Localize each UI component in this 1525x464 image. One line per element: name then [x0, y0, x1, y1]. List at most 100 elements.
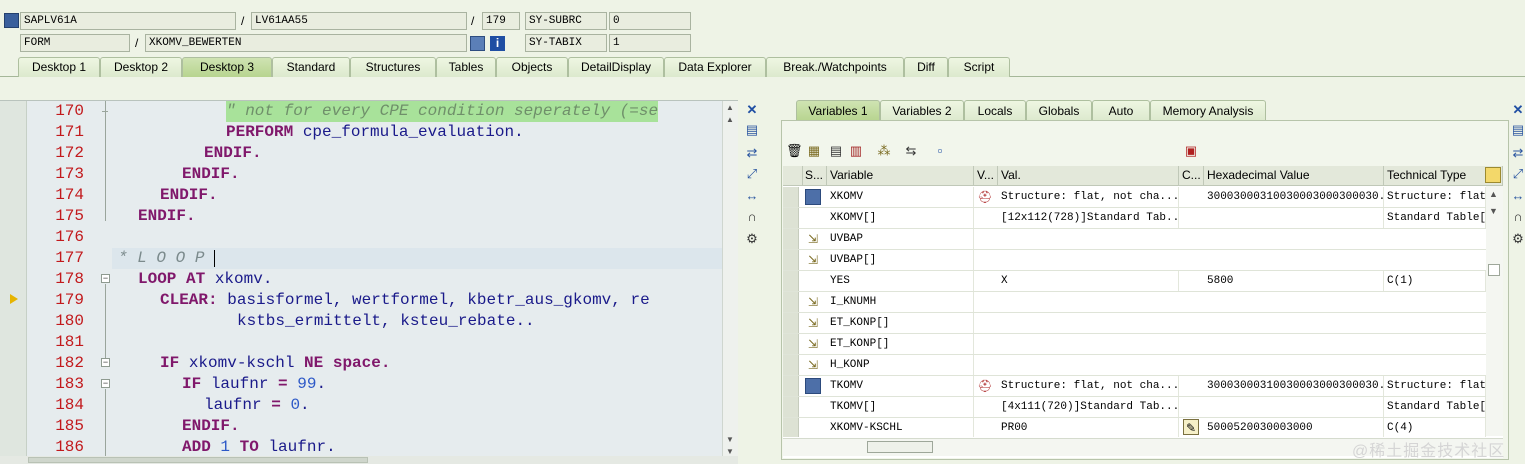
table-row[interactable]: XKOMV-KSCHL PR00 ✎ 5000520030003000 C(4) — [783, 418, 1486, 437]
editor-horizontal-scrollbar[interactable] — [0, 456, 738, 464]
save-icon[interactable]: ▣ — [1183, 143, 1199, 159]
variable-name[interactable]: XKOMV[] — [827, 208, 974, 228]
table-row[interactable]: ⇲ ET_KONP[] — [783, 313, 1486, 334]
column-header-v[interactable]: V... — [974, 166, 998, 186]
table-row[interactable]: TKOMV ⛑ Structure: flat, not cha... 3000… — [783, 376, 1486, 397]
table-row[interactable]: ⇲ ET_KONP[] — [783, 334, 1486, 355]
column-header-s[interactable] — [783, 166, 803, 186]
variable-name[interactable]: I_KNUMH — [827, 292, 974, 312]
tab-break-watchpoints[interactable]: Break./Watchpoints — [766, 57, 904, 77]
row-selector[interactable] — [783, 208, 799, 228]
tab-standard[interactable]: Standard — [272, 57, 350, 77]
scroll-thumb[interactable] — [867, 441, 933, 453]
new-tool-icon[interactable]: ▤ — [744, 122, 760, 138]
row-selector[interactable] — [783, 313, 799, 333]
close-icon[interactable]: ✕ — [1510, 102, 1525, 118]
tab-variables-2[interactable]: Variables 2 — [880, 100, 964, 121]
table-row[interactable]: YES X 5800 C(1) — [783, 271, 1486, 292]
column-header-variable[interactable]: Variable — [827, 166, 974, 186]
scroll-up-icon[interactable]: ▲ — [726, 103, 734, 112]
tab-script[interactable]: Script — [948, 57, 1010, 77]
table-row[interactable]: ⇲ H_KONP — [783, 355, 1486, 376]
tab-detail-display[interactable]: DetailDisplay — [568, 57, 664, 77]
column-header-value[interactable]: Val. — [998, 166, 1179, 186]
variable-name[interactable]: UVBAP — [827, 229, 974, 249]
tab-desktop-1[interactable]: Desktop 1 — [18, 57, 100, 77]
row-selector[interactable] — [783, 250, 799, 270]
variable-value[interactable]: PR00 — [998, 418, 1179, 437]
scroll-down-icon[interactable]: ▼ — [726, 447, 734, 456]
delete-icon[interactable]: 🗑 — [786, 143, 803, 159]
export-icon[interactable]: ▫ — [932, 143, 948, 159]
editor-vertical-scrollbar[interactable]: ▲ ▲ ▼ ▼ — [722, 101, 738, 464]
table-row[interactable]: TKOMV[] [4x111(720)]Standard Tab... Stan… — [783, 397, 1486, 418]
services-icon[interactable]: ∩ — [1510, 209, 1525, 225]
table-row[interactable]: ⇲ UVBAP — [783, 229, 1486, 250]
scroll-down-icon[interactable]: ▼ — [726, 435, 734, 444]
services-icon[interactable]: ∩ — [744, 209, 760, 225]
tab-locals[interactable]: Locals — [964, 100, 1026, 121]
row-selector[interactable] — [783, 355, 799, 375]
grid-vertical-scrollbar[interactable]: ▲ ▼ — [1486, 186, 1503, 436]
maximize-horizontal-icon[interactable]: ↔ — [744, 188, 760, 204]
line-field[interactable]: 179 — [482, 12, 520, 30]
tab-tables[interactable]: Tables — [436, 57, 496, 77]
row-selector[interactable] — [783, 187, 799, 207]
full-screen-icon[interactable]: ⤢ — [744, 166, 760, 182]
variable-name[interactable]: TKOMV[] — [827, 397, 974, 417]
new-tool-icon[interactable]: ▤ — [1510, 122, 1525, 138]
tab-variables-1[interactable]: Variables 1 — [796, 100, 880, 121]
variable-value[interactable]: Structure: flat, not cha... — [998, 376, 1179, 396]
tab-objects[interactable]: Objects — [496, 57, 568, 77]
variable-name[interactable]: XKOMV — [827, 187, 974, 207]
display-icon[interactable] — [470, 36, 485, 51]
tab-globals[interactable]: Globals — [1026, 100, 1092, 121]
column-settings-icon[interactable] — [1485, 167, 1501, 183]
table-row[interactable]: XKOMV ⛑ Structure: flat, not cha... 3000… — [783, 187, 1486, 208]
row-selector[interactable] — [783, 229, 799, 249]
column-header-c[interactable]: C... — [1179, 166, 1204, 186]
transfer-icon[interactable]: ⇆ — [903, 143, 919, 159]
variable-value[interactable]: [4x111(720)]Standard Tab... — [998, 397, 1179, 417]
scroll-thumb[interactable] — [28, 457, 368, 463]
table-row[interactable]: ⇲ I_KNUMH — [783, 292, 1486, 313]
program-field[interactable]: SAPLV61A — [20, 12, 236, 30]
maximize-horizontal-icon[interactable]: ↔ — [1510, 188, 1525, 204]
scroll-down-icon[interactable]: ▼ — [1489, 206, 1498, 216]
tab-data-explorer[interactable]: Data Explorer — [664, 57, 766, 77]
tab-memory-analysis[interactable]: Memory Analysis — [1150, 100, 1266, 121]
row-selector[interactable] — [783, 334, 799, 354]
hierarchy-icon[interactable]: ⁂ — [876, 143, 892, 159]
scroll-up-icon[interactable]: ▲ — [1489, 189, 1498, 199]
table-row[interactable]: XKOMV[] [12x112(728)]Standard Tab... Sta… — [783, 208, 1486, 229]
swap-tool-icon[interactable]: ⇄ — [1510, 145, 1525, 161]
close-icon[interactable]: ✕ — [744, 102, 760, 118]
variable-name[interactable]: XKOMV-KSCHL — [827, 418, 974, 437]
event-name-field[interactable]: XKOMV_BEWERTEN — [145, 34, 467, 52]
tool-settings-icon[interactable]: ⚙ — [1510, 231, 1525, 247]
variable-name[interactable]: ET_KONP[] — [827, 313, 974, 333]
table-row[interactable]: ⇲ UVBAP[] — [783, 250, 1486, 271]
variable-name[interactable]: YES — [827, 271, 974, 291]
insert-icon[interactable]: ▦ — [806, 143, 822, 159]
row-selector[interactable] — [783, 271, 799, 291]
info-icon[interactable]: i — [490, 36, 505, 51]
tab-desktop-3[interactable]: Desktop 3 — [182, 57, 272, 77]
tab-auto[interactable]: Auto — [1092, 100, 1150, 121]
event-type-field[interactable]: FORM — [20, 34, 130, 52]
source-code-editor[interactable]: − − − 170 " not for every CPE condition s… — [0, 100, 738, 464]
edit-pencil-icon[interactable]: ✎ — [1183, 419, 1199, 435]
include-field[interactable]: LV61AA55 — [251, 12, 467, 30]
scroll-thumb[interactable] — [1488, 264, 1500, 276]
tool-settings-icon[interactable]: ⚙ — [744, 231, 760, 247]
swap-tool-icon[interactable]: ⇄ — [744, 145, 760, 161]
scroll-up-icon[interactable]: ▲ — [726, 115, 734, 124]
save-variables-icon[interactable]: ▤ — [828, 143, 844, 159]
column-header-hex[interactable]: Hexadecimal Value — [1204, 166, 1384, 186]
variable-name[interactable]: TKOMV — [827, 376, 974, 396]
variable-value[interactable]: Structure: flat, not cha... — [998, 187, 1179, 207]
load-variables-icon[interactable]: ▥ — [848, 143, 864, 159]
variable-value[interactable]: X — [998, 271, 1179, 291]
full-screen-icon[interactable]: ⤢ — [1510, 166, 1525, 182]
tab-desktop-2[interactable]: Desktop 2 — [100, 57, 182, 77]
